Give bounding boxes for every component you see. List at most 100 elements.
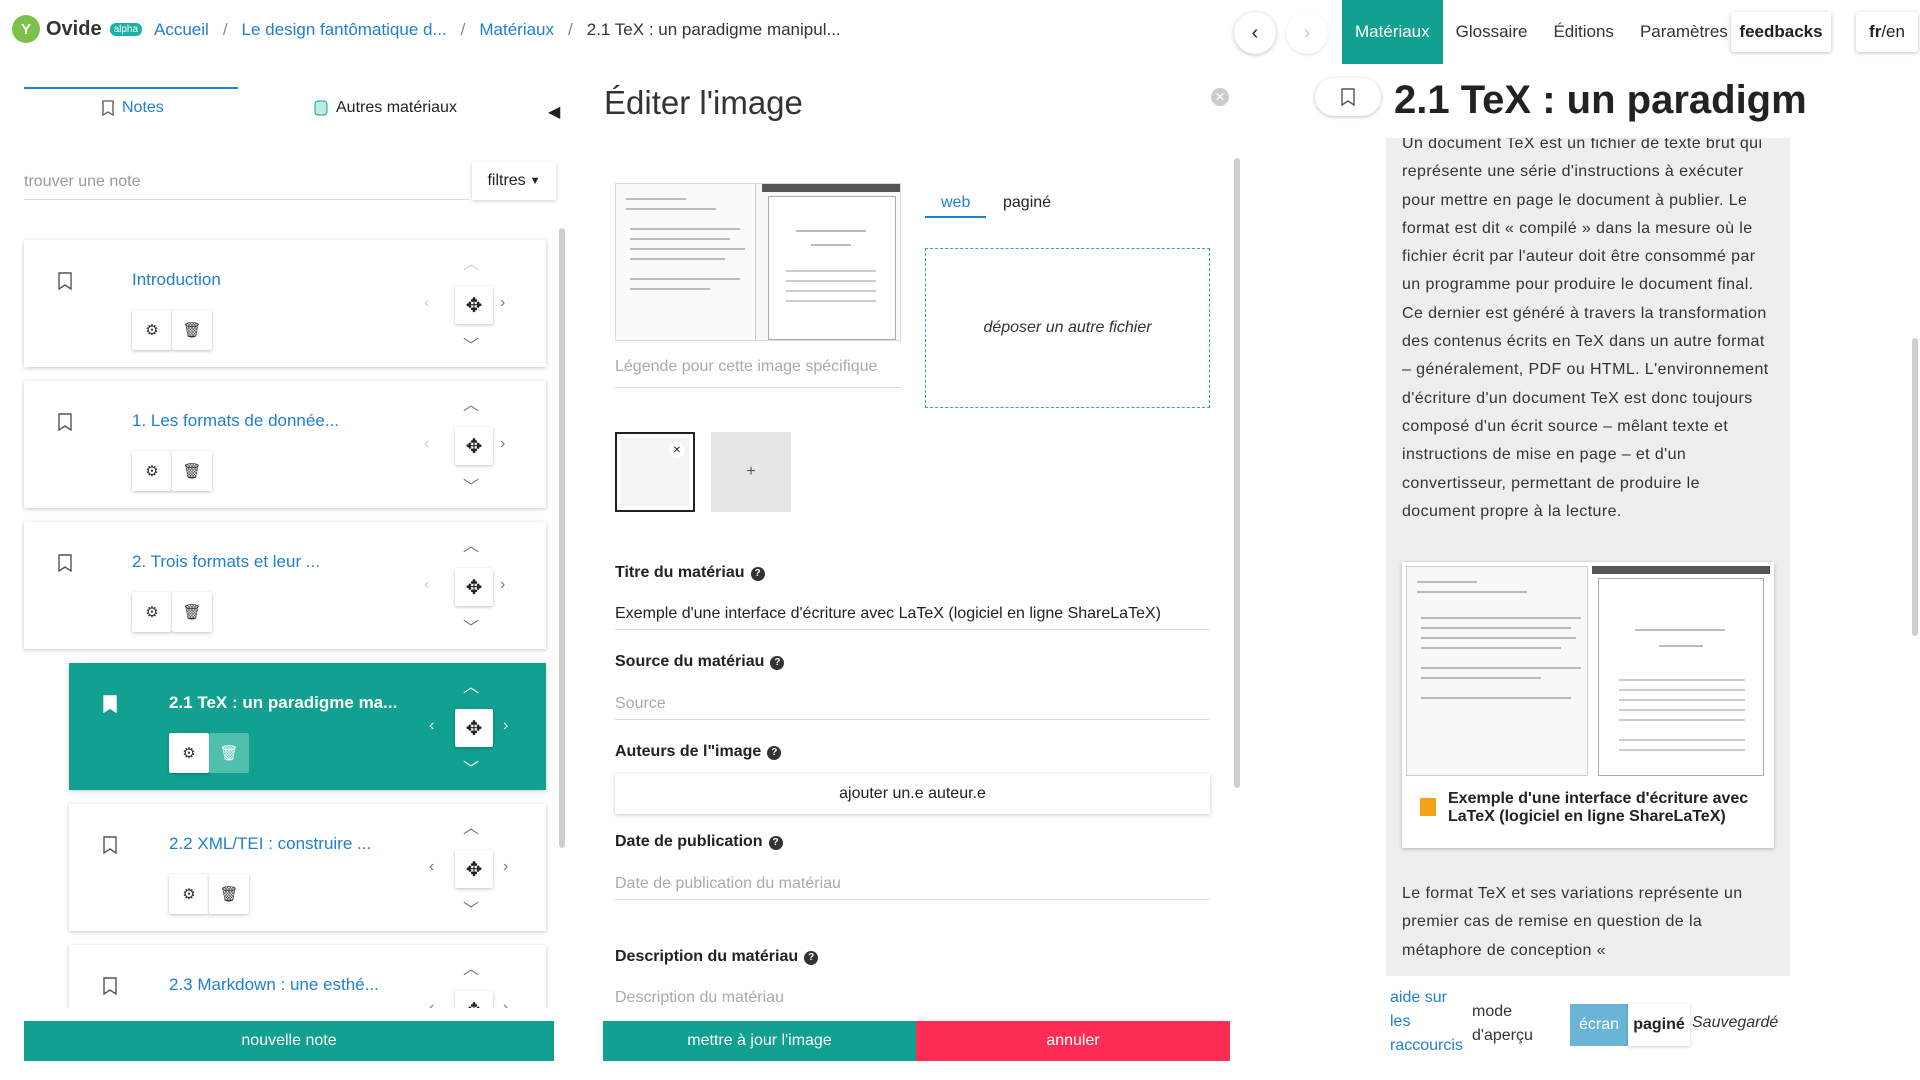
bookmark-icon[interactable] [103, 836, 117, 854]
note-delete-button[interactable]: 🗑 [209, 874, 249, 914]
note-delete-button[interactable]: 🗑 [172, 592, 212, 632]
move-down-icon[interactable]: ﹀ [463, 614, 479, 638]
file-dropzone[interactable]: déposer un autre fichier [925, 248, 1210, 408]
help-icon[interactable]: ? [770, 656, 785, 670]
date-input[interactable]: Date de publication du matériau [615, 868, 1210, 900]
note-title[interactable]: 2.3 Markdown : une esthé... [169, 975, 379, 995]
move-right-icon[interactable]: › [503, 717, 508, 735]
collapse-panel-icon[interactable]: ◀ [548, 102, 560, 122]
filters-button[interactable]: filtres ▼ [472, 162, 556, 200]
move-left-icon[interactable]: ‹ [429, 858, 434, 876]
note-title[interactable]: 2.1 TeX : un paradigme ma... [169, 693, 397, 713]
move-right-icon[interactable]: › [500, 294, 505, 312]
move-left-icon[interactable]: ‹ [424, 435, 429, 453]
note-settings-button[interactable]: ⚙ [169, 733, 209, 773]
note-title[interactable]: Introduction [132, 270, 221, 290]
move-down-icon[interactable]: ﹀ [463, 473, 479, 497]
drag-handle[interactable]: ✥ [455, 568, 493, 606]
note-title[interactable]: 1. Les formats de donnée... [132, 411, 339, 431]
move-right-icon[interactable]: › [503, 999, 508, 1008]
move-up-icon[interactable]: ︿ [463, 250, 479, 274]
forward-button[interactable]: › [1286, 12, 1328, 54]
bookmark-icon[interactable] [58, 554, 72, 572]
note-title[interactable]: 2. Trois formats et leur ... [132, 552, 320, 572]
move-up-icon[interactable]: ︿ [463, 391, 479, 415]
remove-image-icon[interactable]: ✕ [669, 442, 685, 458]
add-image-button[interactable]: + [711, 432, 791, 512]
move-left-icon[interactable]: ‹ [429, 717, 434, 735]
help-icon[interactable]: ? [804, 951, 819, 965]
drag-handle[interactable]: ✥ [455, 286, 493, 324]
drag-handle[interactable]: ✥ [455, 850, 493, 888]
tab-notes[interactable]: Notes [102, 88, 164, 128]
tab-settings[interactable]: Paramètres [1627, 0, 1741, 64]
help-icon[interactable]: ? [750, 567, 765, 581]
new-note-button[interactable]: nouvelle note [24, 1021, 554, 1061]
tab-web[interactable]: web [925, 190, 987, 218]
breadcrumb-home[interactable]: Accueil [154, 20, 209, 40]
help-icon[interactable]: ? [767, 746, 782, 760]
note-card[interactable]: Introduction ⚙ 🗑 ︿ ‹ ✥ › ﹀ [24, 240, 546, 367]
add-author-button[interactable]: ajouter un.e auteur.e [615, 774, 1210, 814]
tab-other-materials[interactable]: Autres matériaux [314, 88, 457, 128]
description-input[interactable]: Description du matériau [615, 982, 1210, 1014]
update-image-button[interactable]: mettre à jour l'image [603, 1021, 916, 1061]
caption-input[interactable]: Légende pour cette image spécifique [615, 358, 901, 388]
bookmark-icon[interactable] [58, 413, 72, 431]
note-delete-button[interactable]: 🗑 [172, 451, 212, 491]
move-up-icon[interactable]: ︿ [463, 532, 479, 556]
bookmark-icon[interactable] [103, 695, 117, 713]
drag-handle[interactable]: ✥ [455, 991, 493, 1008]
tab-paged[interactable]: paginé [987, 190, 1067, 216]
note-search-input[interactable]: trouver une note [24, 164, 469, 200]
move-up-icon[interactable]: ︿ [463, 673, 479, 697]
shortcuts-help-link[interactable]: aide sur les raccourcis [1390, 986, 1470, 1058]
move-right-icon[interactable]: › [500, 435, 505, 453]
language-switch[interactable]: fr / en [1856, 12, 1918, 52]
tab-materials[interactable]: Matériaux [1342, 0, 1443, 64]
cancel-button[interactable]: annuler [916, 1021, 1230, 1061]
note-settings-button[interactable]: ⚙ [169, 874, 209, 914]
back-button[interactable]: ‹ [1234, 12, 1276, 54]
bookmark-icon[interactable] [103, 977, 117, 995]
note-settings-button[interactable]: ⚙ [132, 592, 172, 632]
bookmark-toggle[interactable] [1315, 78, 1381, 116]
tab-editions[interactable]: Éditions [1540, 0, 1626, 64]
move-up-icon[interactable]: ︿ [463, 955, 479, 979]
note-settings-button[interactable]: ⚙ [132, 451, 172, 491]
drag-handle[interactable]: ✥ [455, 427, 493, 465]
paged-mode-button[interactable]: paginé [1628, 1004, 1690, 1046]
feedback-button[interactable]: feedbacks [1731, 12, 1831, 52]
source-input[interactable]: Source [615, 688, 1210, 720]
move-down-icon[interactable]: ﹀ [463, 896, 479, 920]
note-card[interactable]: 1. Les formats de donnée... ⚙ 🗑 ︿ ‹ ✥ › … [24, 381, 546, 508]
breadcrumb-materials[interactable]: Matériaux [479, 20, 554, 40]
selected-image-thumbnail[interactable]: ✕ [615, 432, 695, 512]
move-down-icon[interactable]: ﹀ [463, 755, 479, 779]
move-up-icon[interactable]: ︿ [463, 814, 479, 838]
move-left-icon[interactable]: ‹ [429, 999, 434, 1008]
tab-glossary[interactable]: Glossaire [1443, 0, 1541, 64]
move-right-icon[interactable]: › [503, 858, 508, 876]
move-right-icon[interactable]: › [500, 576, 505, 594]
move-left-icon[interactable]: ‹ [424, 576, 429, 594]
lang-en[interactable]: en [1886, 22, 1905, 42]
note-title[interactable]: 2.2 XML/TEI : construire ... [169, 834, 371, 854]
preview-scrollbar[interactable] [1912, 338, 1918, 636]
note-delete-button[interactable]: 🗑 [209, 733, 249, 773]
lang-fr[interactable]: fr [1869, 22, 1881, 42]
note-card-selected[interactable]: 2.1 TeX : un paradigme ma... ⚙ 🗑 ︿ ‹ ✥ ›… [69, 663, 546, 790]
drag-handle[interactable]: ✥ [455, 709, 493, 747]
move-down-icon[interactable]: ﹀ [463, 332, 479, 356]
help-icon[interactable]: ? [768, 836, 783, 850]
bookmark-icon[interactable] [58, 272, 72, 290]
note-card[interactable]: 2.3 Markdown : une esthé... ︿ ‹ ✥ › [69, 945, 546, 1008]
editor-scrollbar[interactable] [1234, 158, 1240, 788]
note-card[interactable]: 2.2 XML/TEI : construire ... ⚙ 🗑 ︿ ‹ ✥ ›… [69, 804, 546, 931]
breadcrumb-edition[interactable]: Le design fantômatique d... [242, 20, 447, 40]
close-icon[interactable]: ✕ [1211, 88, 1229, 106]
note-card[interactable]: 2. Trois formats et leur ... ⚙ 🗑 ︿ ‹ ✥ ›… [24, 522, 546, 649]
note-settings-button[interactable]: ⚙ [132, 310, 172, 350]
move-left-icon[interactable]: ‹ [424, 294, 429, 312]
note-delete-button[interactable]: 🗑 [172, 310, 212, 350]
